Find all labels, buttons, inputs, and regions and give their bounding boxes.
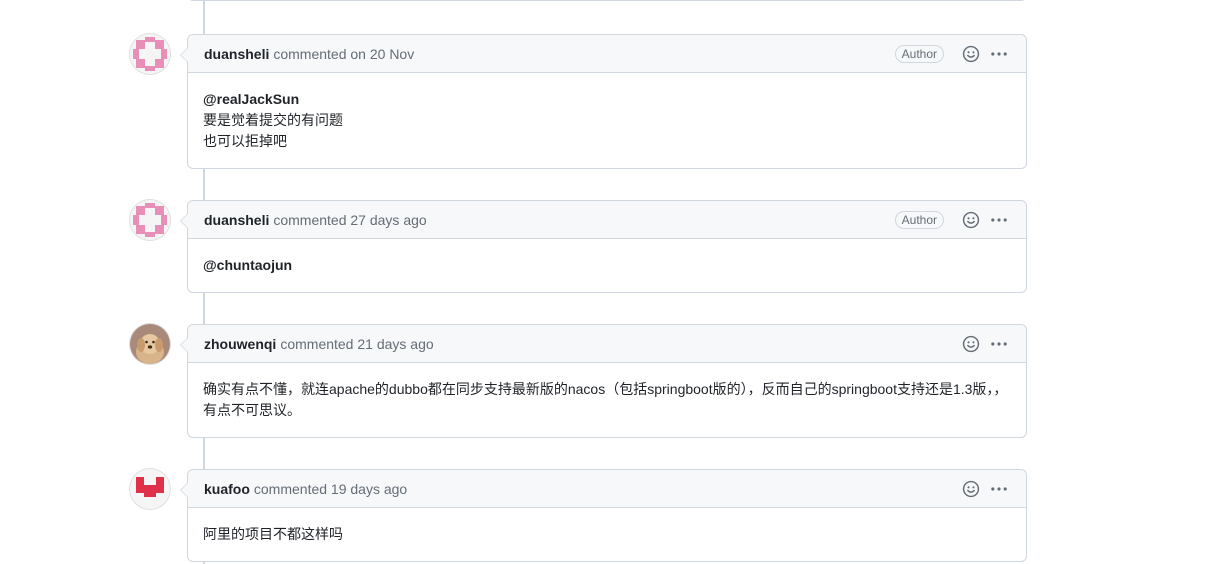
comment-timestamp[interactable]: commented 19 days ago bbox=[254, 481, 407, 497]
comment-box: duansheli commented on 20 Nov Author @re… bbox=[180, 34, 1027, 169]
comment-timestamp[interactable]: commented 27 days ago bbox=[273, 212, 426, 228]
comment-timestamp[interactable]: commented 21 days ago bbox=[280, 336, 433, 352]
comment-body: 阿里的项目不都这样吗 bbox=[188, 508, 1026, 561]
smiley-icon[interactable] bbox=[960, 333, 982, 355]
comment-header: zhouwenqi commented 21 days ago bbox=[188, 325, 1026, 363]
kebab-horizontal-icon[interactable] bbox=[988, 209, 1010, 231]
author-badge: Author bbox=[894, 210, 944, 229]
smiley-icon[interactable] bbox=[960, 43, 982, 65]
comment-header: duansheli commented on 20 Nov Author bbox=[188, 35, 1026, 73]
comment-body: @chuntaojun bbox=[188, 239, 1026, 292]
comment-author[interactable]: duansheli bbox=[204, 46, 269, 62]
comment-body: @realJackSun 要是觉着提交的有问题 也可以拒掉吧 bbox=[188, 73, 1026, 168]
avatar[interactable] bbox=[130, 34, 170, 74]
avatar[interactable] bbox=[130, 469, 170, 509]
comment-text-line: 确实有点不懂，就连apache的dubbo都在同步支持最新版的nacos（包括s… bbox=[203, 381, 1008, 418]
comment-text-line: 要是觉着提交的有问题 bbox=[203, 112, 343, 128]
comment-body: 确实有点不懂，就连apache的dubbo都在同步支持最新版的nacos（包括s… bbox=[188, 363, 1026, 437]
author-badge: Author bbox=[894, 44, 944, 63]
smiley-icon[interactable] bbox=[960, 478, 982, 500]
smiley-icon[interactable] bbox=[960, 209, 982, 231]
comment-box: duansheli commented 27 days ago Author @… bbox=[180, 200, 1027, 293]
comment-author[interactable]: kuafoo bbox=[204, 481, 250, 497]
comment-header: duansheli commented 27 days ago Author bbox=[188, 201, 1026, 239]
kebab-horizontal-icon[interactable] bbox=[988, 43, 1010, 65]
kebab-horizontal-icon[interactable] bbox=[988, 333, 1010, 355]
comment-header: kuafoo commented 19 days ago bbox=[188, 470, 1026, 508]
user-mention[interactable]: @chuntaojun bbox=[203, 255, 1011, 276]
comment-text-line: 也可以拒掉吧 bbox=[203, 133, 287, 149]
kebab-horizontal-icon[interactable] bbox=[988, 478, 1010, 500]
comment-text-line: 阿里的项目不都这样吗 bbox=[203, 526, 343, 542]
comment-author[interactable]: duansheli bbox=[204, 212, 269, 228]
avatar[interactable] bbox=[130, 324, 170, 364]
comment-box: zhouwenqi commented 21 days ago 确实有点不懂，就… bbox=[180, 324, 1027, 438]
previous-comment-box-edge bbox=[187, 0, 1027, 1]
comment-box: kuafoo commented 19 days ago 阿里的项目不都这样吗 bbox=[180, 469, 1027, 562]
avatar[interactable] bbox=[130, 200, 170, 240]
comment-author[interactable]: zhouwenqi bbox=[204, 336, 276, 352]
user-mention[interactable]: @realJackSun bbox=[203, 89, 1011, 110]
comment-timestamp[interactable]: commented on 20 Nov bbox=[273, 46, 414, 62]
